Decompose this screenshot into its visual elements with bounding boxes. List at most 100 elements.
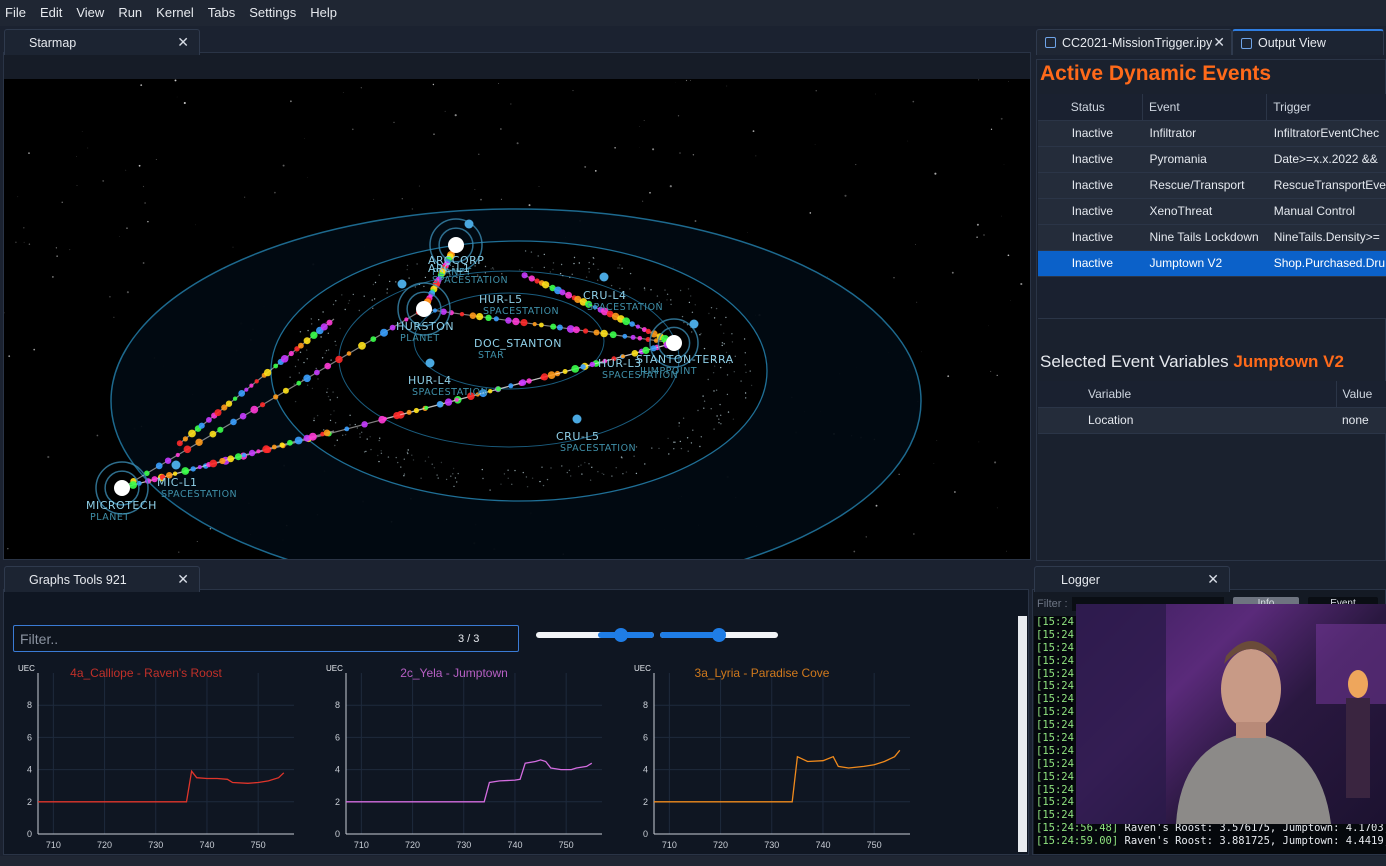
column-header-value[interactable]: Value	[1335, 381, 1386, 408]
table-row[interactable]: Inactive Rescue/Transport RescueTransportE…	[1038, 172, 1386, 199]
tab-starmap[interactable]: Starmap ✕	[4, 29, 200, 55]
row-spacer	[1038, 172, 1065, 199]
x-tick-label: 720	[713, 840, 728, 850]
cell-event: Jumptown V2	[1142, 250, 1267, 277]
log-timestamp: [15:24:56.48]	[1036, 822, 1119, 835]
x-tick-label: 740	[507, 840, 522, 850]
starmap-location-label[interactable]: STANTON-TERRA	[636, 353, 734, 366]
chart-1: 0 2 4 6 8 710 720 730 740 750 UEC 4a_Calliope - Rav…	[18, 664, 294, 850]
starmap-location-type: STAR	[478, 350, 505, 361]
y-tick-label: 4	[27, 765, 32, 775]
close-icon[interactable]: ✕	[1213, 34, 1225, 51]
tab-notebook[interactable]: CC2021-MissionTrigger.ipynb ✕	[1036, 29, 1232, 55]
log-line: [15:24:59.00] Raven's Roost: 3.881725, J…	[1034, 835, 1386, 848]
x-tick-label: 750	[251, 840, 266, 850]
starmap-location-label[interactable]: HURSTON	[396, 320, 454, 333]
tab-output-view[interactable]: Output View	[1232, 29, 1384, 55]
range-slider-right-knob[interactable]	[712, 628, 726, 642]
x-tick-label: 720	[405, 840, 420, 850]
active-events-title: Active Dynamic Events	[1040, 62, 1272, 85]
x-tick-label: 730	[764, 840, 779, 850]
output-icon	[1241, 37, 1252, 49]
row-spacer	[1038, 198, 1065, 225]
table-row[interactable]: Location none	[1038, 407, 1386, 434]
menu-edit[interactable]: Edit	[33, 0, 69, 26]
x-tick-label: 750	[867, 840, 882, 850]
starmap-location-type: SPACESTATION	[432, 275, 509, 286]
graphs-scrollbar[interactable]	[1018, 616, 1027, 852]
selected-vars-label: Selected Event Variables	[1040, 352, 1229, 371]
notebook-icon	[1045, 37, 1056, 48]
y-axis-label: UEC	[634, 664, 651, 673]
filter-count: 3 / 3	[458, 633, 480, 645]
starmap-location-label[interactable]: MICROTECH	[86, 499, 157, 512]
starmap-location-label[interactable]: ARC-L1	[428, 262, 470, 275]
menu-view[interactable]: View	[69, 0, 111, 26]
column-header-variable[interactable]: Variable	[1082, 381, 1336, 408]
close-icon[interactable]: ✕	[177, 34, 189, 51]
starmap-location-label[interactable]: MIC-L1	[157, 476, 198, 489]
starmap-location-label[interactable]: HUR-L4	[408, 374, 452, 387]
selected-vars-table: Variable Value Location none	[1038, 381, 1386, 434]
starmap-location-type: SPACESTATION	[483, 306, 560, 317]
cell-trigger: NineTails.Density>=	[1266, 224, 1386, 251]
range-slider-left-knob[interactable]	[614, 628, 628, 642]
presenter-image	[1076, 604, 1386, 824]
column-header-event[interactable]: Event	[1141, 94, 1267, 121]
menu-run[interactable]: Run	[111, 0, 149, 26]
graph-filter-input[interactable]	[13, 625, 519, 652]
y-tick-label: 0	[27, 829, 32, 839]
status-bar	[0, 856, 1386, 866]
tab-output-label: Output View	[1258, 36, 1326, 50]
table-row[interactable]: Inactive Pyromania Date>=x.x.2022 &&	[1038, 146, 1386, 173]
series-line	[38, 769, 285, 803]
starmap-location-label[interactable]: CRU-L4	[583, 289, 626, 302]
menu-tabs[interactable]: Tabs	[201, 0, 242, 26]
starmap-location-label[interactable]: HUR-L5	[479, 293, 523, 306]
starmap-location-type: SPACESTATION	[602, 370, 679, 381]
table-header-spacer	[1038, 381, 1082, 408]
tab-graphs-label: Graphs Tools 921	[29, 572, 127, 587]
close-icon[interactable]: ✕	[177, 571, 189, 588]
menu-file[interactable]: File	[0, 0, 33, 26]
x-tick-label: 740	[199, 840, 214, 850]
tab-logger[interactable]: Logger ✕	[1034, 566, 1230, 592]
y-tick-label: 6	[335, 732, 340, 742]
y-tick-label: 8	[643, 700, 648, 710]
cell-status: Inactive	[1064, 224, 1143, 251]
cell-trigger: Manual Control	[1266, 198, 1386, 225]
column-header-status[interactable]: Status	[1064, 94, 1143, 121]
menu-kernel[interactable]: Kernel	[149, 0, 201, 26]
y-tick-label: 6	[643, 732, 648, 742]
menu-help[interactable]: Help	[303, 0, 344, 26]
cell-trigger: Date>=x.x.2022 &&	[1266, 146, 1386, 173]
y-tick-label: 8	[27, 700, 32, 710]
range-slider-right-fill	[660, 632, 720, 638]
y-tick-label: 8	[335, 700, 340, 710]
starmap-location-label[interactable]: DOC_STANTON	[474, 337, 562, 350]
menu-settings[interactable]: Settings	[242, 0, 303, 26]
cell-variable: Location	[1082, 407, 1336, 434]
x-tick-label: 730	[148, 840, 163, 850]
log-text: Raven's Roost: 3.881725, Jumptown: 4.441…	[1118, 835, 1386, 848]
chart-title: 3a_Lyria - Paradise Cove	[695, 666, 830, 680]
starmap-location-label[interactable]: CRU-L5	[556, 430, 599, 443]
starmap-location-type: PLANET	[400, 333, 440, 344]
x-tick-label: 730	[456, 840, 471, 850]
y-axis-label: UEC	[326, 664, 343, 673]
x-tick-label: 710	[662, 840, 677, 850]
column-header-trigger[interactable]: Trigger	[1266, 94, 1386, 121]
table-row[interactable]: Inactive Nine Tails Lockdown NineTails.Den…	[1038, 224, 1386, 251]
tab-graphs[interactable]: Graphs Tools 921 ✕	[4, 566, 200, 592]
starmap-location-type: SPACESTATION	[161, 489, 238, 500]
cell-status: Inactive	[1064, 146, 1143, 173]
starmap-canvas[interactable]: ARCCORP PLANET ARC-L1 SPACESTATION HURSTON PL…	[4, 79, 1030, 559]
starmap-location-label[interactable]: HUR-L3	[598, 357, 642, 370]
graphs-svg: 0 2 4 6 8 710 720 730 740 750 UEC 4a_Calliope - Rav…	[18, 664, 910, 850]
menu-bar: File Edit View Run Kernel Tabs Settings Help	[0, 0, 1386, 26]
table-row[interactable]: Inactive XenoThreat Manual Control	[1038, 198, 1386, 225]
table-row[interactable]: Inactive Infiltrator InfiltratorEventChec	[1038, 120, 1386, 147]
close-icon[interactable]: ✕	[1207, 571, 1219, 588]
table-row[interactable]: Inactive Jumptown V2 Shop.Purchased.Dru	[1038, 250, 1386, 277]
y-tick-label: 4	[335, 765, 340, 775]
